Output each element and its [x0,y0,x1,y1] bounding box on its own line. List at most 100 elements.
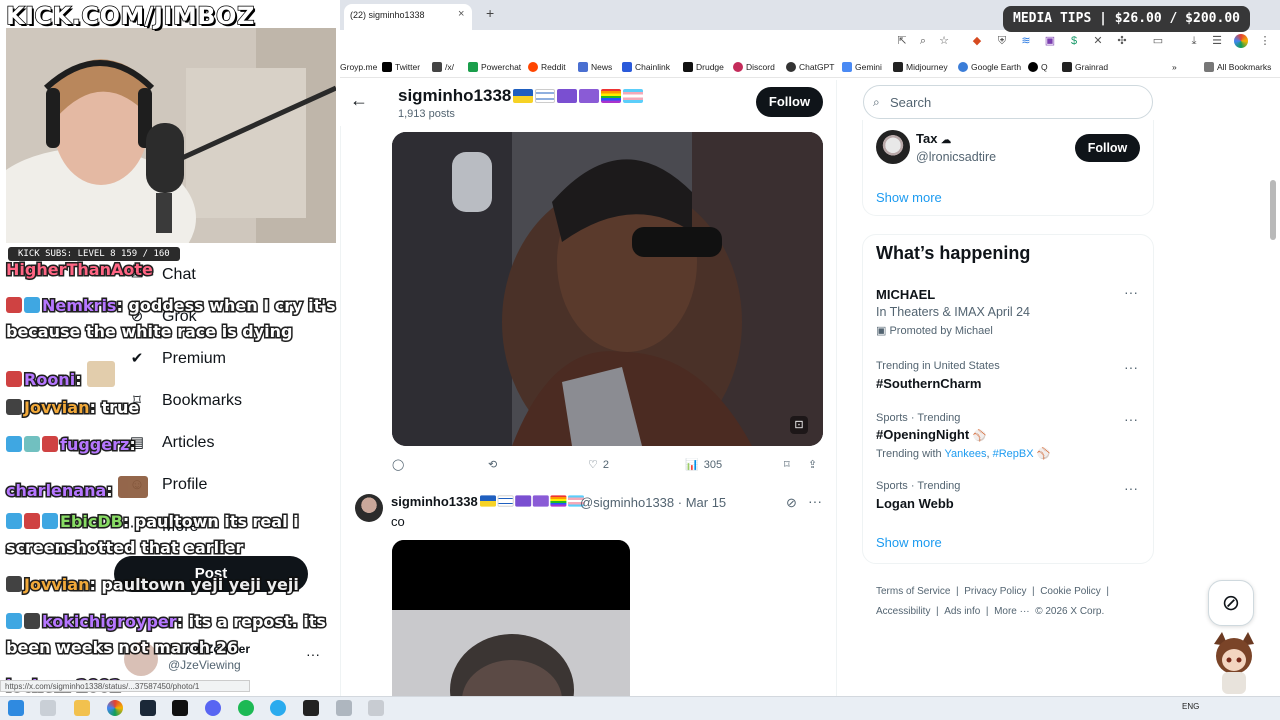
bookmark[interactable]: Drudge [683,62,724,72]
install-icon[interactable]: ⇱ [895,34,909,48]
metamask-icon[interactable]: ◆ [970,34,984,48]
footer-link[interactable]: More ··· [994,606,1030,617]
app-icon[interactable] [303,700,319,716]
bookmark[interactable]: News [578,62,612,72]
follow-button[interactable]: Follow [1075,134,1140,162]
bookmark[interactable]: Powerchat [468,62,521,72]
star-icon[interactable]: ☆ [937,34,951,48]
footer-links: Terms of Service | Privacy Policy | Cook… [876,586,1109,617]
bookmark[interactable]: /x/ [432,62,454,72]
show-more-link[interactable]: Show more [876,535,942,550]
footer-link[interactable]: Accessibility [876,606,930,617]
nav-premium[interactable]: ✔ Premium [128,350,226,368]
views-button[interactable]: 📊 305 [685,458,722,472]
spotify-icon[interactable] [238,700,254,716]
discord-icon[interactable] [205,700,221,716]
bookmark[interactable]: Twitter [382,62,420,72]
download-icon[interactable]: ⤓ [1187,34,1201,48]
avatar[interactable] [876,130,910,164]
tweet-image[interactable] [392,540,630,696]
trend-link[interactable]: #RepBX [993,448,1034,460]
repost-icon: ⟲ [488,459,498,471]
bookmark[interactable]: ChatGPT [786,62,834,72]
profile-avatar-icon[interactable] [1234,34,1248,48]
menu-icon[interactable]: ⋮ [1258,34,1272,48]
trend-link[interactable]: Yankees [944,448,986,460]
chrome-icon[interactable] [107,700,123,716]
new-tab-button[interactable]: + [486,5,494,21]
post-image[interactable]: ⊡ [392,132,823,446]
grok-icon[interactable]: ⊘ [786,495,797,511]
back-arrow-icon[interactable]: ← [350,90,370,110]
repost-button[interactable]: ⟲ [488,458,502,471]
more-dots-icon[interactable]: ··· [1124,480,1138,496]
extension-icon[interactable]: ≋ [1019,34,1033,48]
bookmark[interactable]: Reddit [528,62,566,72]
search-input[interactable]: Search [863,85,1153,119]
profile-name: sigminho1338 [398,86,644,106]
reply-button[interactable]: ◯ [392,458,409,471]
bookmark[interactable]: Q [1028,62,1048,72]
telegram-icon[interactable] [270,700,286,716]
more-dots-icon[interactable]: ··· [1124,284,1138,300]
mascot-image [1204,630,1264,696]
avatar[interactable] [355,494,383,522]
chevron-right-icon[interactable]: » [1172,62,1177,72]
nav-articles[interactable]: ▤ Articles [128,434,215,452]
share-button[interactable]: ⇪ [808,458,817,471]
more-dots-icon[interactable]: ··· [808,493,822,509]
trend-category: Sports · Trending [876,480,961,492]
extension-icon[interactable]: $ [1067,34,1081,48]
suggested-user-name[interactable]: Tax ☁ [916,131,951,146]
bookmark-button[interactable]: ⌑ [784,458,790,471]
shield-icon[interactable]: ⛨ [995,34,1009,48]
trend-title[interactable]: #SouthernCharm [876,376,981,391]
trend-title[interactable]: Logan Webb [876,496,954,511]
terminal-icon[interactable] [172,700,188,716]
tweet-author-name[interactable]: sigminho1338 [391,494,610,509]
trend-title[interactable]: MICHAEL [876,287,935,302]
x-extension-icon[interactable]: ✕ [1091,34,1105,48]
playlist-icon[interactable]: ☰ [1210,34,1224,48]
windows-start-icon[interactable] [8,700,24,716]
bookmark[interactable]: Google Earth [958,62,1021,72]
extension-icon[interactable]: ▣ [1043,34,1057,48]
task-view-icon[interactable] [40,700,56,716]
follow-button[interactable]: Follow [756,87,823,117]
bookmark[interactable]: Discord [733,62,775,72]
app-icon[interactable] [368,700,384,716]
trend-title[interactable]: #OpeningNight ⚾ [876,427,987,442]
puzzle-icon[interactable]: ✣ [1115,34,1129,48]
steam-icon[interactable] [140,700,156,716]
more-dots-icon[interactable]: ··· [1124,359,1138,375]
bookmark[interactable]: Midjourney [893,62,948,72]
show-more-link[interactable]: Show more [876,190,942,205]
like-button[interactable]: ♡ 2 [588,458,609,472]
badge-icon [6,436,22,452]
footer-link[interactable]: Cookie Policy [1040,586,1101,597]
bookmark-folder[interactable]: All Bookmarks [1204,62,1271,72]
nav-bookmarks[interactable]: ⌑ Bookmarks [128,392,242,410]
tab-close-icon[interactable]: × [458,8,464,20]
more-dots-icon[interactable]: ··· [306,646,320,662]
app-icon[interactable] [336,700,352,716]
scrollbar[interactable] [1270,180,1276,240]
footer-link[interactable]: Ads info [944,606,980,617]
more-dots-icon[interactable]: ··· [1124,411,1138,427]
bookmark[interactable]: Grainrad [1062,62,1108,72]
zoom-icon[interactable]: ⌕ [916,34,930,48]
browser-tab[interactable]: (22) sigminho1338 [344,4,472,30]
language-indicator[interactable]: ENG [1182,702,1199,711]
edit-image-icon[interactable]: ⊡ [790,416,808,434]
bookmark[interactable]: Gemini [842,62,882,72]
bookmark[interactable]: Groyp.me [340,62,377,72]
bookmark[interactable]: Chainlink [622,62,670,72]
file-explorer-icon[interactable] [74,700,90,716]
tweet-handle-date[interactable]: @sigminho1338 · Mar 15 [580,495,726,510]
suggested-user-handle[interactable]: @lronicsadtire [916,150,996,164]
grok-float-button[interactable]: ⊘ [1208,580,1254,626]
premium-icon: ✔ [130,350,144,367]
footer-link[interactable]: Terms of Service [876,586,950,597]
sidebar-icon[interactable]: ▭ [1151,34,1165,48]
footer-link[interactable]: Privacy Policy [964,586,1026,597]
